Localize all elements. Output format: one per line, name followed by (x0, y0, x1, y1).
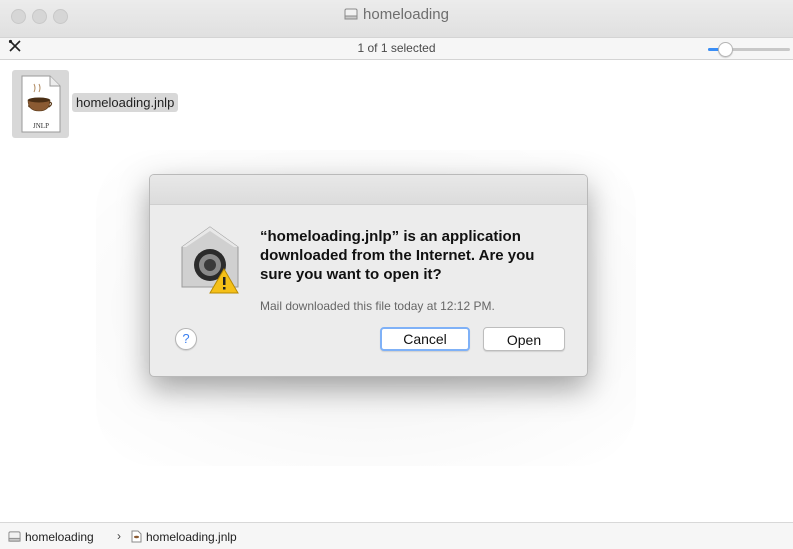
path-file-label: homeloading.jnlp (146, 530, 237, 544)
path-folder-label: homeloading (25, 530, 94, 544)
dialog-detail: Mail downloaded this file today at 12:12… (260, 299, 495, 313)
path-segment-file[interactable]: homeloading.jnlp (131, 530, 237, 546)
file-name-label[interactable]: homeloading.jnlp (72, 93, 179, 112)
title-bar[interactable]: homeloading (0, 0, 793, 37)
path-separator: › (117, 529, 121, 543)
dialog-title-bar (150, 175, 587, 205)
cancel-button[interactable]: Cancel (380, 327, 470, 351)
jnlp-file-icon (131, 530, 142, 546)
file-item[interactable]: JNLP (12, 70, 69, 138)
window-title: homeloading (363, 6, 449, 23)
open-button[interactable]: Open (483, 327, 565, 351)
gatekeeper-warning-icon (178, 223, 242, 297)
gatekeeper-dialog: “homeloading.jnlp” is an application dow… (149, 174, 588, 377)
status-row: 1 of 1 selected (0, 37, 793, 60)
path-segment-folder[interactable]: homeloading (8, 530, 94, 546)
drive-icon (344, 7, 358, 25)
icon-size-slider-knob[interactable] (718, 42, 733, 57)
drive-icon (8, 530, 21, 546)
dialog-message: “homeloading.jnlp” is an application dow… (260, 228, 535, 283)
finder-window: homeloading 1 of 1 selected JNLP homeloa… (0, 0, 793, 549)
path-bar: homeloading › homeloading.jnlp (0, 522, 793, 549)
svg-text:JNLP: JNLP (33, 122, 49, 130)
selection-count: 1 of 1 selected (357, 41, 436, 55)
icon-size-slider[interactable] (708, 42, 790, 57)
help-button[interactable]: ? (175, 328, 197, 350)
jnlp-file-icon: JNLP (21, 75, 61, 133)
window-title-wrap: homeloading (0, 6, 793, 25)
